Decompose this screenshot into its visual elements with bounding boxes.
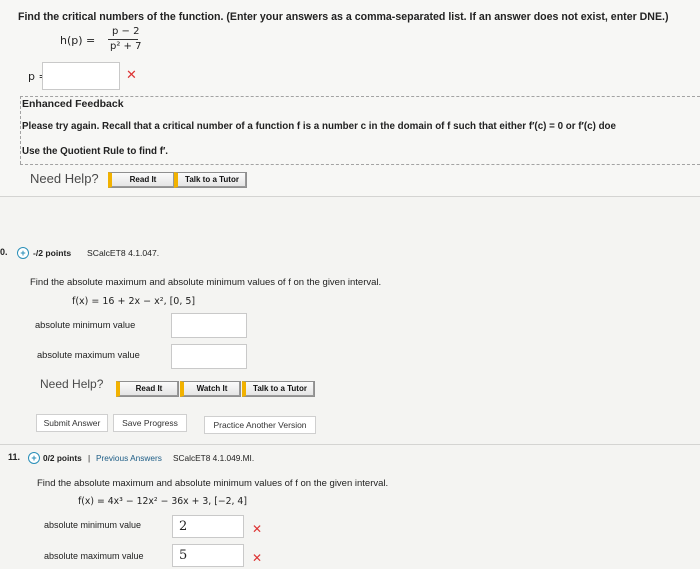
previous-answers-link[interactable]: Previous Answers (96, 453, 162, 463)
incorrect-x-icon: ✕ (252, 522, 263, 536)
q11-separator: | (88, 453, 91, 463)
q11-instruction: Find the absolute maximum and absolute m… (37, 478, 389, 489)
feedback-bottom-border (20, 164, 700, 165)
submit-answer-button[interactable]: Submit Answer (36, 414, 108, 432)
q11-min-label: absolute minimum value (44, 520, 142, 530)
q10-function: f(x) = 16 + 2x − x², [0, 5] (72, 296, 196, 307)
separator (0, 444, 700, 445)
feedback-top-border (20, 96, 700, 97)
q11-max-input[interactable]: 5 (172, 544, 244, 567)
q10-points: -/2 points (33, 248, 72, 258)
q11-min-input[interactable]: 2 (172, 515, 244, 538)
q10-source: SCalcET8 4.1.047. (87, 248, 160, 258)
q11-source: SCalcET8 4.1.049.MI. (173, 453, 255, 463)
q9-function-denominator: p² + 7 (110, 41, 142, 52)
incorrect-x-icon: ✕ (252, 551, 263, 565)
q11-function: f(x) = 4x³ − 12x² − 36x + 3, [−2, 4] (78, 496, 247, 507)
expand-plus-icon[interactable]: + (17, 247, 29, 259)
q9-function-numerator: p − 2 (112, 26, 140, 37)
q9-need-help-label: Need Help? (30, 171, 99, 186)
practice-another-version-button[interactable]: Practice Another Version (204, 416, 316, 434)
separator (0, 196, 700, 197)
q10-max-label: absolute maximum value (37, 350, 140, 360)
q10-number: 0. (0, 247, 8, 257)
q10-read-it-button[interactable]: Read It (116, 381, 179, 397)
q9-talk-tutor-button[interactable]: Talk to a Tutor (174, 172, 247, 188)
q10-instruction: Find the absolute maximum and absolute m… (30, 277, 382, 288)
q11-number: 11. (8, 452, 21, 462)
q10-min-label: absolute minimum value (35, 320, 136, 330)
q10-min-input[interactable] (171, 313, 247, 338)
q11-min-value: 2 (179, 519, 188, 534)
q11-points: 0/2 points (43, 453, 82, 463)
q9-answer-input[interactable] (42, 62, 120, 90)
feedback-text: Please try again. Recall that a critical… (22, 121, 616, 132)
expand-plus-icon[interactable]: + (28, 452, 40, 464)
q10-talk-tutor-button[interactable]: Talk to a Tutor (242, 381, 315, 397)
q11-max-label: absolute maximum value (44, 551, 144, 561)
feedback-hint: Use the Quotient Rule to find f′. (22, 146, 169, 157)
feedback-title: Enhanced Feedback (22, 98, 124, 110)
q9-function-lhs: h(p) = (60, 34, 96, 47)
q11-max-value: 5 (179, 548, 188, 563)
q9-fraction-bar (108, 39, 138, 40)
save-progress-button[interactable]: Save Progress (113, 414, 187, 432)
q10-watch-it-button[interactable]: Watch It (180, 381, 241, 397)
q9-read-it-button[interactable]: Read It (108, 172, 175, 188)
q10-need-help-label: Need Help? (40, 377, 104, 391)
q9-instruction: Find the critical numbers of the functio… (18, 11, 669, 23)
incorrect-x-icon: ✕ (126, 67, 137, 82)
feedback-left-border (20, 96, 21, 164)
q10-max-input[interactable] (171, 344, 247, 369)
